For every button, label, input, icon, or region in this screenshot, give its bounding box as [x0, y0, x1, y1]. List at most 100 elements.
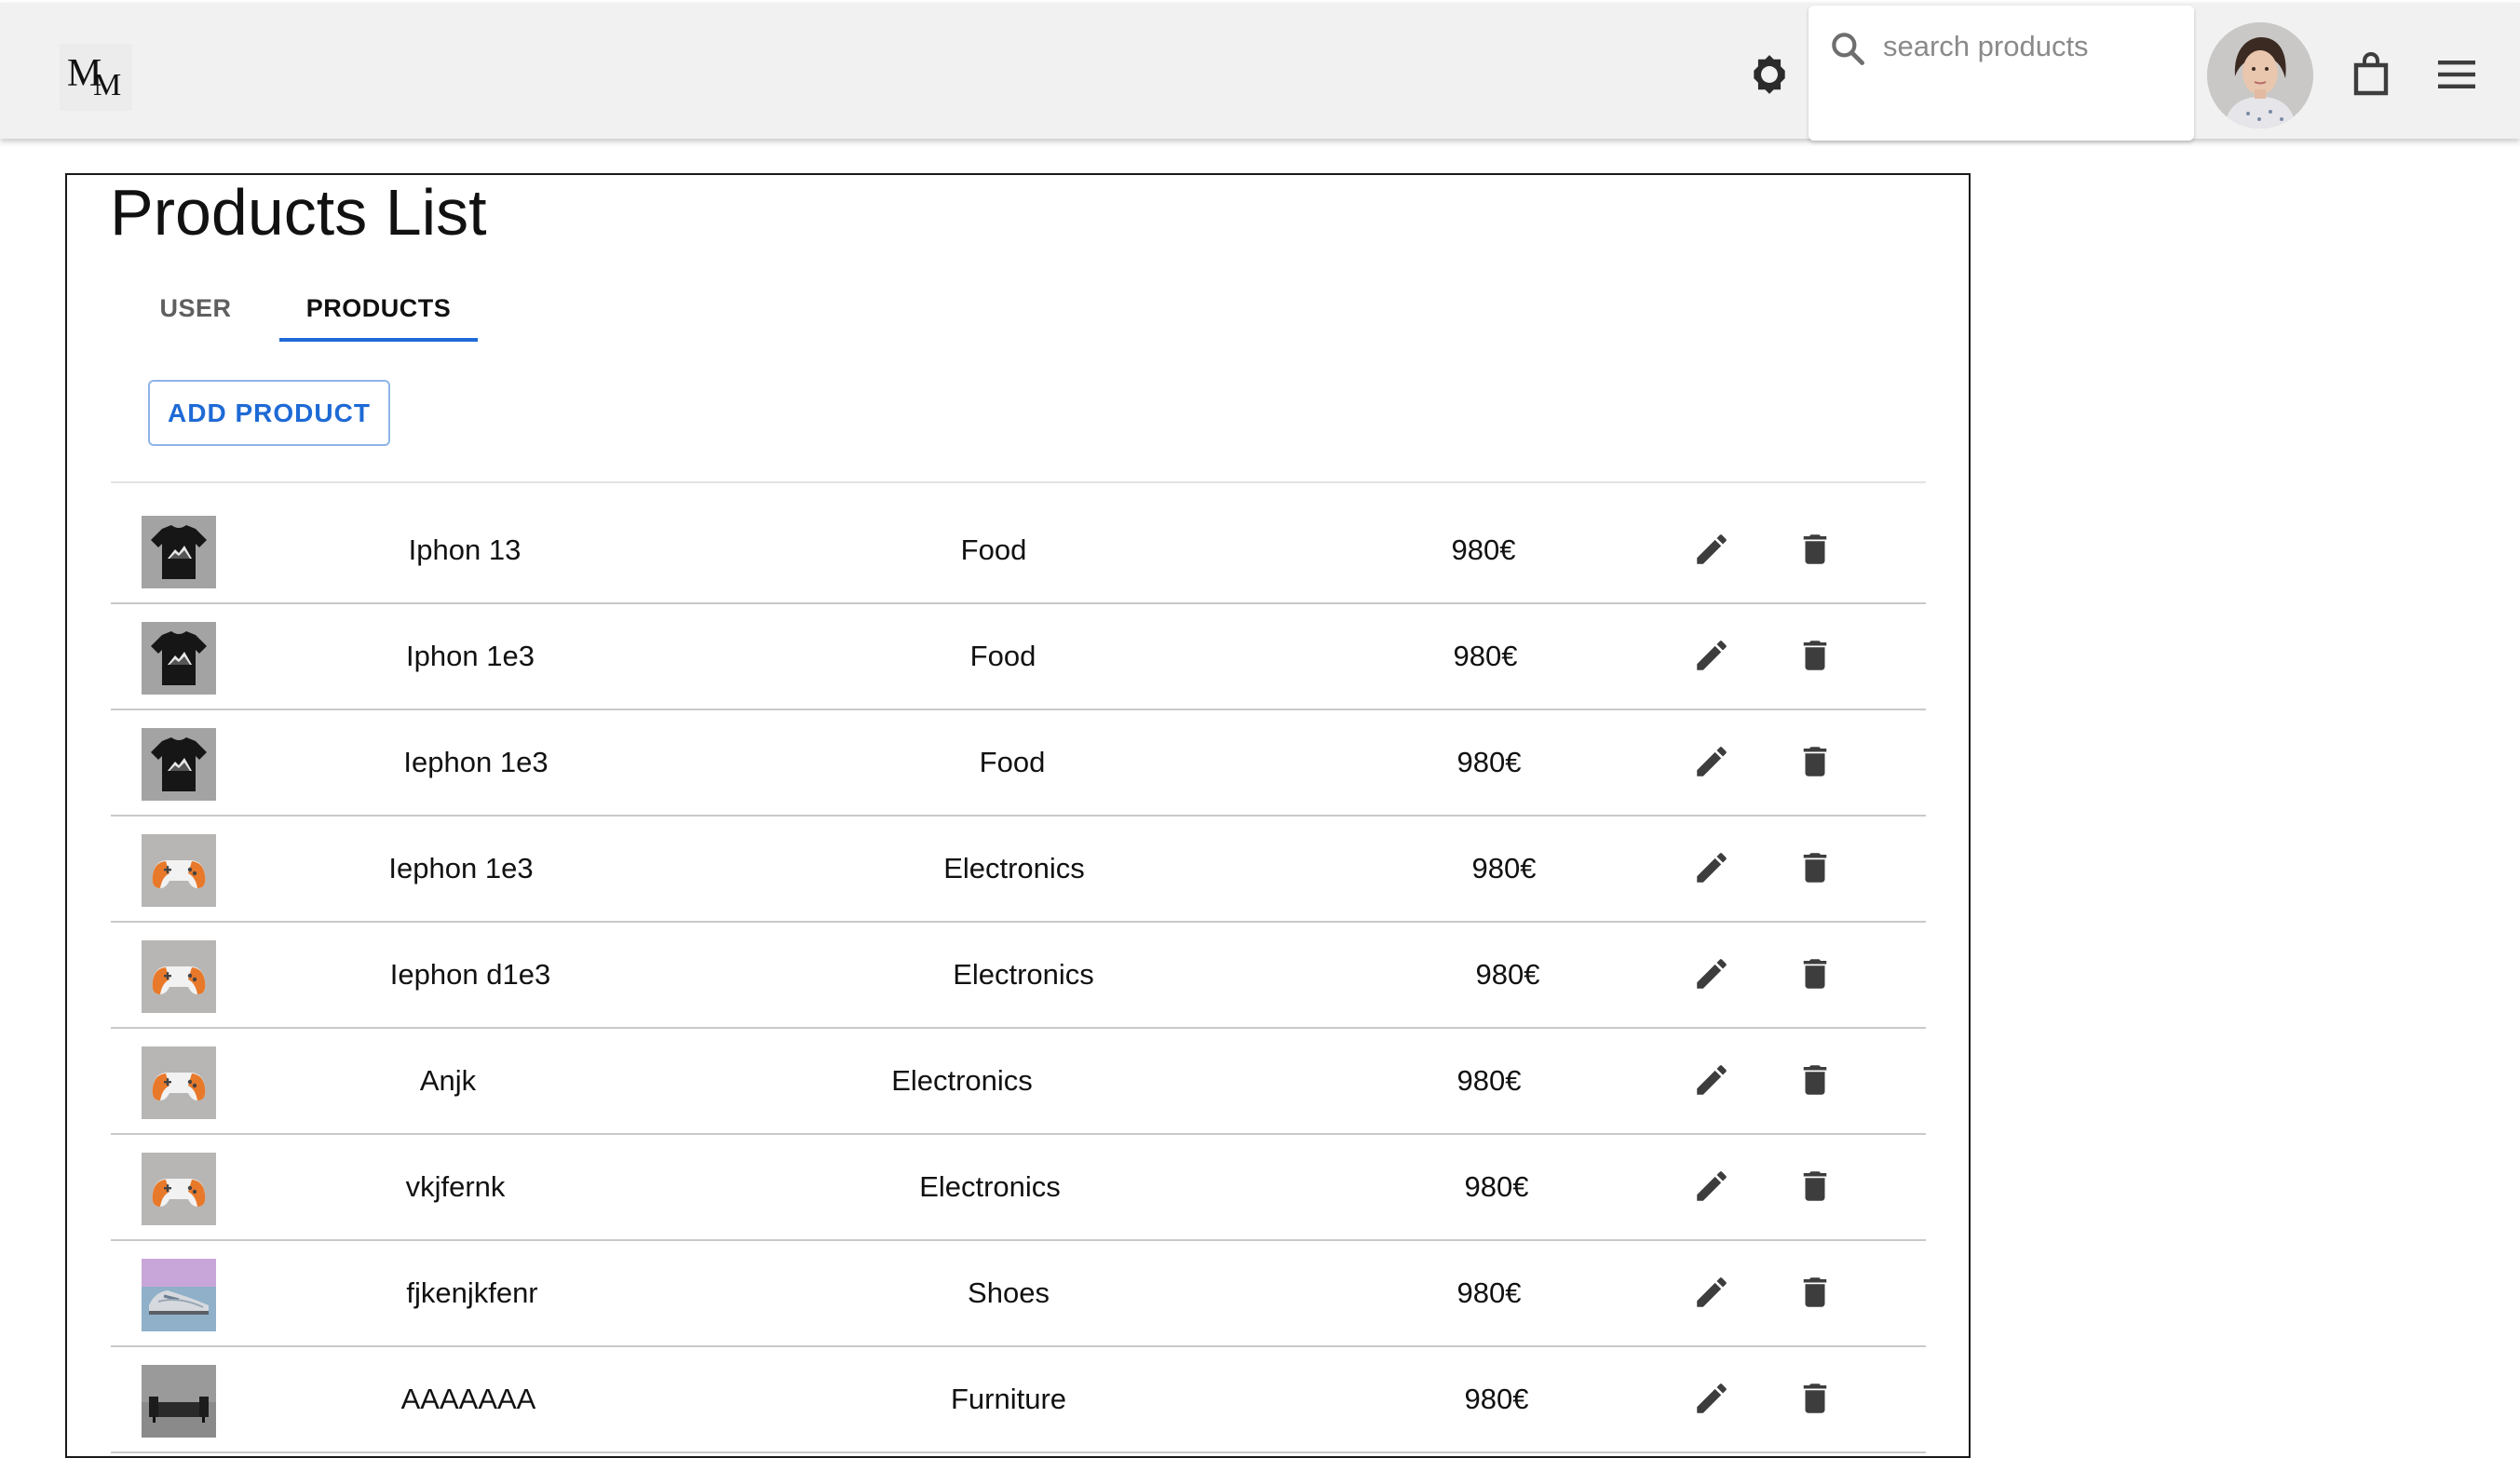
product-price: 980€ [1453, 640, 1518, 672]
product-price: 980€ [1456, 746, 1522, 778]
product-category: Electronics [953, 958, 1094, 991]
edit-button[interactable] [1683, 522, 1741, 580]
product-category: Electronics [891, 1064, 1033, 1097]
product-price: 980€ [1475, 958, 1540, 991]
product-thumbnail [142, 1046, 216, 1119]
product-row: Iephon 1e3 Food 980€ [111, 710, 1926, 817]
edit-button[interactable] [1683, 1159, 1741, 1217]
edit-button[interactable] [1683, 1265, 1741, 1323]
search-icon [1827, 28, 1868, 74]
product-category: Food [960, 533, 1027, 566]
trash-icon [1795, 742, 1835, 786]
edit-button[interactable] [1683, 735, 1741, 792]
delete-button[interactable] [1786, 841, 1844, 898]
product-price: 980€ [1451, 533, 1516, 566]
trash-icon [1795, 954, 1835, 998]
product-row: AAAAAAA Furniture 980€ [111, 1347, 1926, 1453]
trash-icon [1795, 530, 1835, 574]
product-thumbnail [142, 834, 216, 907]
product-name: vkjfernk [405, 1170, 506, 1203]
product-thumbnail [142, 1259, 216, 1331]
product-price: 980€ [1456, 1276, 1522, 1309]
product-category: Food [979, 746, 1046, 778]
pencil-icon [1692, 1167, 1731, 1210]
product-category: Shoes [968, 1276, 1050, 1309]
menu-button[interactable] [2425, 45, 2488, 108]
app-bar: MM [0, 3, 2520, 141]
delete-button[interactable] [1786, 1159, 1844, 1217]
brand-logo[interactable]: MM [60, 44, 132, 111]
theme-toggle-button[interactable] [1738, 45, 1801, 108]
edit-button[interactable] [1683, 947, 1741, 1005]
product-thumbnail [142, 1153, 216, 1225]
trash-icon [1795, 636, 1835, 680]
active-tab-indicator [279, 338, 478, 342]
tab-label: USER [159, 293, 232, 322]
delete-button[interactable] [1786, 1053, 1844, 1111]
pencil-icon [1692, 848, 1731, 892]
page-title: Products List [110, 176, 487, 249]
pencil-icon [1692, 1379, 1731, 1423]
trash-icon [1795, 848, 1835, 892]
tab-products[interactable]: PRODUCTS [279, 276, 478, 341]
trash-icon [1795, 1060, 1835, 1104]
trash-icon [1795, 1273, 1835, 1316]
product-row: vkjfernk Electronics 980€ [111, 1135, 1926, 1241]
edit-button[interactable] [1683, 1053, 1741, 1111]
menu-icon [2438, 60, 2475, 93]
product-row: fjkenjkfenr Shoes 980€ [111, 1241, 1926, 1347]
edit-button[interactable] [1683, 1371, 1741, 1429]
tab-label: PRODUCTS [305, 293, 452, 322]
product-price: 980€ [1464, 1170, 1529, 1203]
product-name: Iephon 1e3 [388, 852, 534, 884]
product-name: Iephon 1e3 [403, 746, 549, 778]
product-name: Anjk [419, 1064, 477, 1097]
product-category: Electronics [943, 852, 1085, 884]
product-row: Iephon 1e3 Electronics 980€ [111, 817, 1926, 923]
product-row: Iephon d1e3 Electronics 980€ [111, 923, 1926, 1029]
user-avatar[interactable] [2207, 22, 2313, 128]
product-thumbnail [142, 516, 216, 588]
shopping-bag-icon [2349, 50, 2393, 103]
product-category: Food [969, 640, 1036, 672]
settings-gear-icon [1746, 51, 1793, 102]
pencil-icon [1692, 742, 1731, 786]
search-input[interactable] [1881, 22, 2183, 71]
product-row: Anjk Electronics 980€ [111, 1029, 1926, 1135]
products-table: Iphon 13 Food 980€ Iphon 1e3 Food 980€ Iephon … [111, 498, 1926, 1453]
product-row: Iphon 13 Food 980€ [111, 498, 1926, 604]
delete-button[interactable] [1786, 947, 1844, 1005]
tab-user[interactable]: USER [140, 276, 251, 341]
pencil-icon [1692, 530, 1731, 574]
product-row: Iphon 1e3 Food 980€ [111, 604, 1926, 710]
pencil-icon [1692, 636, 1731, 680]
product-name: fjkenjkfenr [406, 1276, 538, 1309]
trash-icon [1795, 1379, 1835, 1423]
pencil-icon [1692, 954, 1731, 998]
product-name: Iphon 13 [408, 533, 522, 566]
product-thumbnail [142, 622, 216, 695]
delete-button[interactable] [1786, 522, 1844, 580]
add-product-button[interactable]: ADD PRODUCT [148, 380, 390, 446]
product-thumbnail [142, 728, 216, 801]
pencil-icon [1692, 1273, 1731, 1316]
shopping-bag-button[interactable] [2341, 45, 2401, 108]
product-category: Electronics [919, 1170, 1061, 1203]
product-name: AAAAAAA [400, 1383, 536, 1415]
product-category: Furniture [950, 1383, 1067, 1415]
delete-button[interactable] [1786, 1371, 1844, 1429]
edit-button[interactable] [1683, 841, 1741, 898]
delete-button[interactable] [1786, 735, 1844, 792]
product-thumbnail [142, 1365, 216, 1438]
edit-button[interactable] [1683, 628, 1741, 686]
product-name: Iphon 1e3 [406, 640, 535, 672]
trash-icon [1795, 1167, 1835, 1210]
delete-button[interactable] [1786, 1265, 1844, 1323]
product-price: 980€ [1464, 1383, 1529, 1415]
product-price: 980€ [1456, 1064, 1522, 1097]
product-price: 980€ [1471, 852, 1537, 884]
delete-button[interactable] [1786, 628, 1844, 686]
divider [111, 481, 1926, 483]
product-thumbnail [142, 940, 216, 1013]
search-box [1809, 6, 2194, 141]
